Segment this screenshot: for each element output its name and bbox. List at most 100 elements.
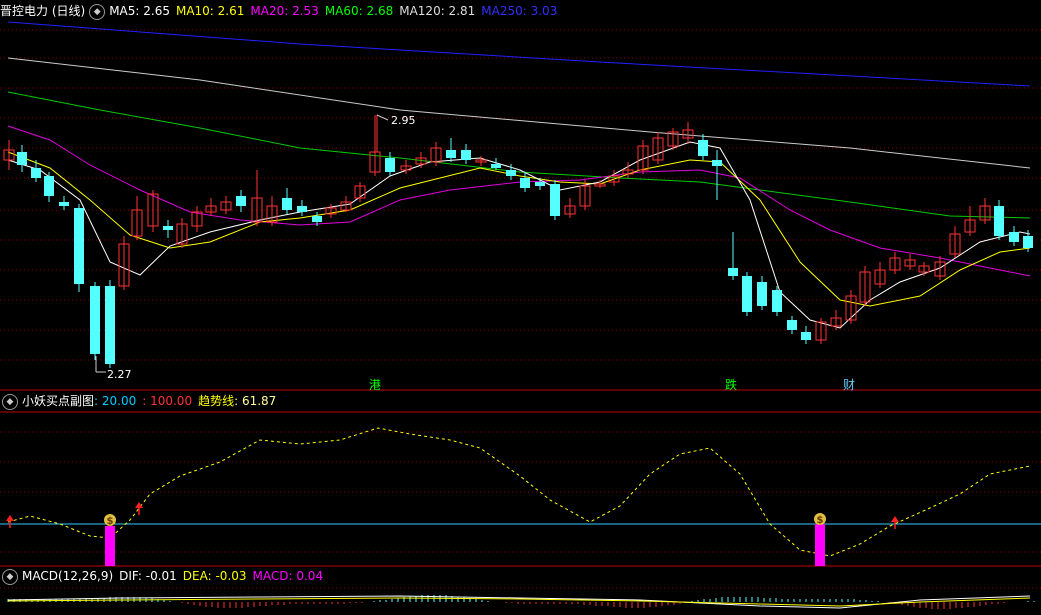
candle — [266, 196, 278, 226]
sub-indicator-panel: $ $ — [0, 427, 1041, 566]
candle-body — [282, 198, 292, 210]
candle — [446, 138, 456, 162]
candle-body — [994, 206, 1004, 236]
candle — [787, 316, 797, 334]
ma250-line — [7, 21, 1031, 87]
candle — [31, 160, 41, 182]
candle — [131, 196, 143, 240]
buy-signal-bar — [815, 524, 825, 566]
low-price-label: 2.27 — [107, 368, 132, 381]
candle-body — [31, 168, 41, 178]
candle — [491, 158, 501, 170]
candle — [964, 206, 976, 236]
candle — [475, 156, 487, 166]
buy-coin-glyph: $ — [107, 516, 114, 527]
candle — [205, 198, 217, 216]
candle-body — [163, 226, 173, 230]
candle — [220, 196, 232, 214]
candle — [147, 190, 159, 232]
candle — [236, 190, 246, 212]
chart-grid — [0, 29, 1041, 589]
candle — [979, 198, 991, 224]
candle — [889, 252, 901, 274]
ma10-line — [7, 151, 1031, 307]
candle — [815, 318, 827, 344]
candle-body — [59, 202, 69, 206]
candle — [176, 218, 188, 248]
candle — [830, 310, 842, 330]
candle — [918, 262, 930, 276]
candle — [74, 204, 84, 292]
candle — [594, 180, 606, 188]
candle-body — [1009, 232, 1019, 242]
candle — [369, 115, 381, 176]
candle-body — [757, 282, 767, 306]
candle-body — [105, 286, 115, 364]
moving-average-lines — [7, 21, 1031, 329]
candle-body — [446, 150, 456, 158]
candle-body — [461, 150, 471, 160]
candle — [3, 140, 15, 170]
candle-body — [772, 290, 782, 312]
candle — [282, 188, 292, 214]
candle — [682, 122, 694, 144]
event-tag-cai[interactable]: 财 — [843, 378, 855, 392]
main-chart-annotations: 2.95 2.27 港 跌 财 — [95, 114, 855, 392]
candle — [105, 280, 115, 368]
candle-body — [236, 196, 246, 206]
candle — [163, 220, 173, 238]
candle — [874, 262, 886, 288]
candlestick-series — [3, 115, 1033, 368]
candle — [845, 290, 857, 324]
candle — [59, 196, 69, 210]
candle-body — [712, 160, 722, 166]
buy-signal-bar — [105, 526, 115, 566]
candle-body — [312, 216, 322, 222]
candle — [297, 200, 307, 216]
candle-body — [535, 182, 545, 186]
candle — [728, 232, 738, 280]
up-arrow-icon — [891, 516, 899, 522]
candle — [1009, 226, 1019, 246]
candle — [90, 282, 100, 360]
candle — [712, 150, 722, 200]
ma120-line — [7, 57, 1031, 169]
candle-body — [801, 332, 811, 340]
candle-body — [90, 286, 100, 354]
candle-body — [550, 184, 560, 216]
candle-body — [698, 140, 708, 156]
candle-body — [385, 158, 395, 172]
candle — [461, 144, 471, 164]
candle — [385, 152, 395, 176]
candle — [949, 226, 961, 258]
candle — [520, 172, 530, 192]
candle — [652, 132, 664, 164]
candle — [430, 142, 442, 166]
dif-line — [7, 595, 1031, 609]
candle-body — [297, 206, 307, 212]
candle-body — [17, 152, 27, 165]
macd-panel — [7, 595, 1035, 609]
candle-body — [520, 178, 530, 188]
candle-body — [787, 320, 797, 330]
candle — [550, 180, 560, 220]
candle — [564, 198, 576, 218]
event-tag-die[interactable]: 跌 — [725, 377, 737, 392]
candle — [118, 236, 130, 290]
candle — [994, 200, 1004, 240]
stock-chart-canvas[interactable]: 2.95 2.27 港 跌 财 $ $ — [0, 0, 1041, 615]
candle — [934, 256, 946, 280]
high-price-label: 2.95 — [391, 114, 416, 127]
candle-body — [74, 208, 84, 284]
candle — [757, 276, 767, 310]
candle-body — [728, 268, 738, 276]
candle-body — [1023, 236, 1033, 248]
candle — [44, 172, 54, 202]
candle-body — [44, 176, 54, 196]
event-tag-gang[interactable]: 港 — [369, 378, 381, 392]
candle — [904, 254, 916, 270]
candle — [698, 134, 708, 160]
candle — [17, 145, 27, 172]
candle — [801, 326, 811, 344]
candle — [772, 286, 782, 316]
